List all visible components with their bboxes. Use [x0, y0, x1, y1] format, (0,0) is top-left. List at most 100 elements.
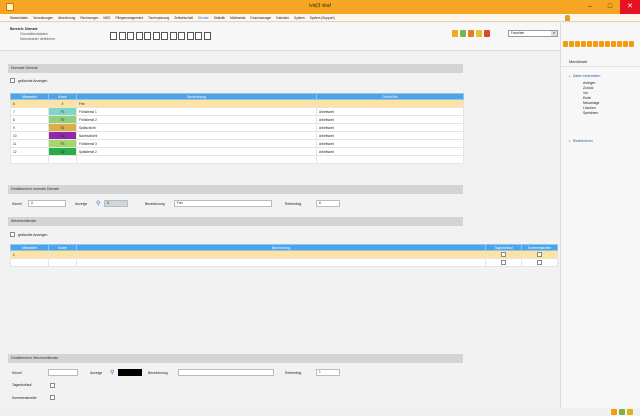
- box[interactable]: [186, 32, 194, 40]
- nav-icon[interactable]: [629, 41, 634, 47]
- menu-item[interactable]: Zeitwirtschaft: [174, 16, 193, 20]
- toolbar-icons: [452, 30, 490, 37]
- sync-icon[interactable]: [619, 409, 625, 415]
- nav-icon[interactable]: [587, 41, 592, 47]
- table-row[interactable]: 6 X Frei: [10, 99, 464, 108]
- cell-kz: F3: [48, 139, 77, 148]
- row-checkbox[interactable]: [501, 251, 506, 257]
- nav-icon[interactable]: [569, 41, 574, 47]
- anzeige-color-field[interactable]: [118, 369, 142, 376]
- box[interactable]: [118, 32, 126, 40]
- menu-item[interactable]: System (Support): [310, 16, 335, 20]
- panel-item[interactable]: Speichern: [583, 111, 599, 116]
- bezeichnung-field-2[interactable]: [178, 369, 274, 376]
- kuerzel-field-2[interactable]: [48, 369, 78, 376]
- box[interactable]: [144, 32, 151, 40]
- menu-item[interactable]: Statistik: [214, 16, 225, 20]
- toolbar: Bereich: Dienste Grunddienstdaten Dienst…: [0, 23, 560, 51]
- nav-icon[interactable]: [611, 41, 616, 47]
- group-daten[interactable]: ▸ Daten bearbeiten: [569, 74, 600, 78]
- menu-items: Stammdaten Verordnungen Abrechnung Rechnung…: [10, 16, 335, 20]
- show-deleted-checkbox-2[interactable]: [10, 232, 15, 237]
- menu-item[interactable]: Druckmanager: [250, 16, 271, 20]
- nav-icon[interactable]: [575, 41, 580, 47]
- menu-item[interactable]: Kalender: [276, 16, 289, 20]
- anzeige-field[interactable]: X: [104, 200, 128, 207]
- bezeichnung-field[interactable]: Frei: [174, 200, 272, 207]
- section-wechsel-header: Wechseldienste: [8, 217, 463, 226]
- menu-item[interactable]: Multimedia: [230, 16, 245, 20]
- nav-icon[interactable]: [593, 41, 598, 47]
- menu-item[interactable]: Pflegemanagement: [115, 16, 143, 20]
- folder-icon[interactable]: [452, 30, 458, 37]
- maximize-button[interactable]: □: [600, 0, 620, 14]
- menu-item[interactable]: Verordnungen: [33, 16, 53, 20]
- row-checkbox[interactable]: [537, 251, 542, 257]
- nav-icon[interactable]: [617, 41, 622, 47]
- menu-item[interactable]: MDE: [103, 16, 110, 20]
- tagesfortlauf-checkbox[interactable]: [50, 382, 55, 388]
- box[interactable]: [195, 32, 202, 40]
- cell-info: Arbeitszeit: [316, 139, 464, 148]
- bookmark-icon[interactable]: [476, 30, 482, 37]
- menu-item[interactable]: Dienste: [198, 16, 209, 20]
- reihenfolge-field[interactable]: 6: [316, 200, 340, 207]
- placeholder-boxes: [110, 32, 211, 40]
- box[interactable]: [169, 32, 177, 40]
- row-checkbox[interactable]: [537, 259, 542, 265]
- kommentar-checkbox[interactable]: [50, 395, 55, 400]
- box[interactable]: [161, 32, 168, 40]
- table-row[interactable]: 9 S1 Spätschicht Arbeitszeit: [10, 123, 464, 132]
- table-row[interactable]: [10, 258, 558, 267]
- cell-info: [316, 99, 464, 108]
- anzeige-label: Anzeige: [75, 202, 88, 206]
- table-row[interactable]: 8 F2 Frühdienst 2 Arbeitszeit: [10, 115, 464, 124]
- nav-icon[interactable]: [563, 41, 568, 47]
- refresh-icon[interactable]: [611, 409, 617, 415]
- show-deleted-label: gelöschte Anzeigen: [18, 78, 48, 83]
- box[interactable]: [152, 32, 160, 40]
- minimize-button[interactable]: –: [580, 0, 600, 14]
- table-row[interactable]: 11 F3 Frühdienst 3 Arbeitszeit: [10, 139, 464, 148]
- menu-item[interactable]: System: [294, 16, 305, 20]
- cell-empty: [316, 155, 464, 164]
- menu-item[interactable]: Stammdaten: [10, 16, 28, 20]
- panel-sub-items: Anlegen Zurück Vor Ende Neuanlage Löschen Spei…: [583, 81, 599, 116]
- table-row[interactable]: 7 F1 Frühdienst 1 Arbeitszeit: [10, 107, 464, 116]
- cell-info: Arbeitszeit: [316, 115, 464, 124]
- table-row[interactable]: 1: [10, 250, 558, 259]
- search-icon[interactable]: ⚲: [110, 369, 114, 376]
- group-reaktivieren[interactable]: ▸ Reaktivieren: [569, 139, 593, 143]
- cell-kuerzel: [48, 250, 77, 259]
- box[interactable]: [203, 32, 211, 40]
- close-button[interactable]: ✕: [620, 0, 640, 14]
- user-icon[interactable]: [565, 15, 570, 21]
- search-icon[interactable]: ⚲: [96, 200, 100, 207]
- house-icon[interactable]: [468, 30, 474, 37]
- nav-icon[interactable]: [599, 41, 604, 47]
- table-row: [10, 155, 464, 164]
- nav-icon[interactable]: [623, 41, 628, 47]
- table-row[interactable]: 12 S2 Spätdienst 2 Arbeitszeit: [10, 147, 464, 156]
- nav-icon[interactable]: [605, 41, 610, 47]
- cell-info: Arbeitszeit: [316, 131, 464, 140]
- box[interactable]: [178, 32, 185, 40]
- box[interactable]: [127, 32, 134, 40]
- table-row[interactable]: 10 N1 Nachtschicht Arbeitszeit: [10, 131, 464, 140]
- tree-icon[interactable]: [460, 30, 466, 37]
- menu-item[interactable]: Abrechnung: [58, 16, 75, 20]
- box[interactable]: [110, 32, 117, 40]
- box[interactable]: [135, 32, 143, 40]
- show-deleted-checkbox[interactable]: [10, 78, 15, 83]
- cell-nr: 7: [10, 107, 49, 116]
- info-icon[interactable]: [627, 409, 633, 415]
- help-icon[interactable]: [484, 30, 490, 37]
- favorites-select[interactable]: Favoriten ▾: [508, 30, 558, 37]
- row-checkbox[interactable]: [501, 259, 506, 265]
- reihenfolge-field-2[interactable]: 1: [316, 369, 340, 376]
- menu-item[interactable]: Tourenplanung: [148, 16, 169, 20]
- reihenfolge-label-2: Reihenfolg: [285, 371, 302, 375]
- nav-icon[interactable]: [581, 41, 586, 47]
- kuerzel-field[interactable]: X: [28, 200, 66, 207]
- menu-item[interactable]: Rechnungen: [80, 16, 98, 20]
